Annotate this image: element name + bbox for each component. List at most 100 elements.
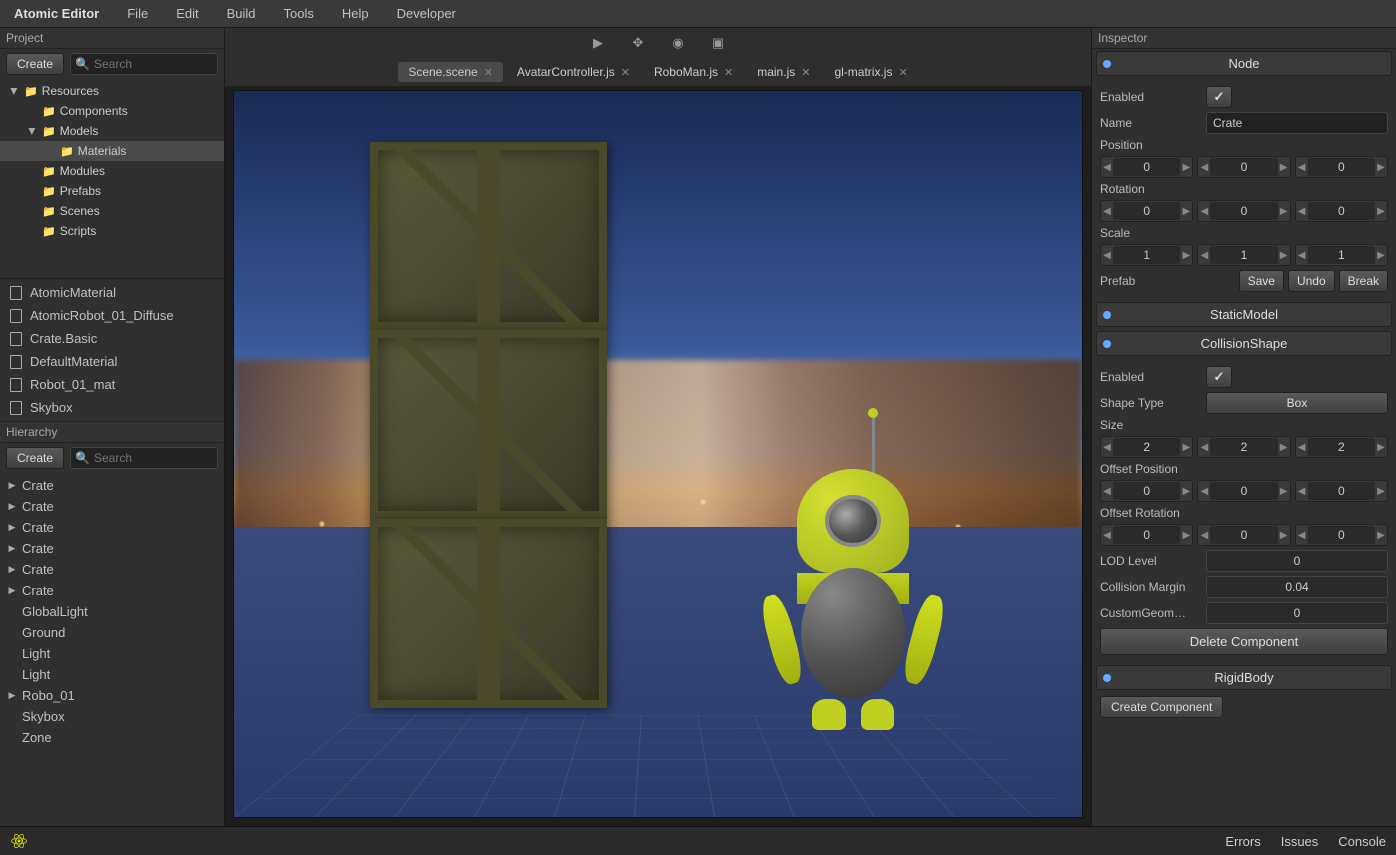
hierarchy-item[interactable]: ▶Crate <box>0 517 224 538</box>
position-vector[interactable]: ◀0▶◀0▶◀0▶ <box>1100 156 1388 178</box>
hierarchy-item[interactable]: Ground <box>0 622 224 643</box>
chevron-right-icon[interactable]: ▶ <box>1180 486 1192 497</box>
chevron-right-icon[interactable]: ▶ <box>1375 486 1387 497</box>
chevron-left-icon[interactable]: ◀ <box>1198 162 1210 173</box>
editor-tab[interactable]: RoboMan.js✕ <box>644 62 743 82</box>
close-icon[interactable]: ✕ <box>484 66 493 79</box>
chevron-left-icon[interactable]: ◀ <box>1101 530 1113 541</box>
hierarchy-item[interactable]: ▶Crate <box>0 538 224 559</box>
chevron-right-icon[interactable]: ▶ <box>1375 442 1387 453</box>
chevron-right-icon[interactable]: ▶ <box>1278 486 1290 497</box>
chevron-left-icon[interactable]: ◀ <box>1101 162 1113 173</box>
hierarchy-search[interactable]: 🔍 <box>70 447 218 469</box>
create-component-button[interactable]: Create Component <box>1100 696 1223 718</box>
chevron-right-icon[interactable]: ▶ <box>1180 442 1192 453</box>
offset-position-vector[interactable]: ◀0▶◀0▶◀0▶ <box>1100 480 1388 502</box>
node-name-input[interactable]: Crate <box>1206 112 1388 134</box>
project-search[interactable]: 🔍 <box>70 53 218 75</box>
tree-item[interactable]: ▶📁Models <box>0 121 224 141</box>
chevron-right-icon[interactable]: ▶ <box>1180 206 1192 217</box>
shape-type-dropdown[interactable]: Box <box>1206 392 1388 414</box>
rotate-icon[interactable]: ◉ <box>670 35 686 51</box>
close-icon[interactable]: ✕ <box>621 66 630 79</box>
custom-geom-input[interactable]: 0 <box>1206 602 1388 624</box>
menu-file[interactable]: File <box>113 0 162 28</box>
chevron-left-icon[interactable]: ◀ <box>1296 530 1308 541</box>
close-icon[interactable]: ✕ <box>898 66 907 79</box>
tree-item[interactable]: ▶📁Resources <box>0 81 224 101</box>
viewport-3d[interactable] <box>233 90 1083 818</box>
hierarchy-item[interactable]: ▶Crate <box>0 475 224 496</box>
chevron-icon[interactable]: ▶ <box>6 543 18 554</box>
chevron-right-icon[interactable]: ▶ <box>1375 206 1387 217</box>
staticmodel-section-header[interactable]: StaticModel <box>1096 302 1392 327</box>
delete-component-button[interactable]: Delete Component <box>1100 628 1388 655</box>
rotation-vector[interactable]: ◀0▶◀0▶◀0▶ <box>1100 200 1388 222</box>
chevron-icon[interactable]: ▶ <box>6 585 18 596</box>
hierarchy-item[interactable]: Light <box>0 664 224 685</box>
file-item[interactable]: Skybox <box>0 396 224 419</box>
size-vector[interactable]: ◀2▶◀2▶◀2▶ <box>1100 436 1388 458</box>
project-file-list[interactable]: AtomicMaterialAtomicRobot_01_DiffuseCrat… <box>0 279 224 422</box>
chevron-right-icon[interactable]: ▶ <box>1180 162 1192 173</box>
offset-rotation-vector[interactable]: ◀0▶◀0▶◀0▶ <box>1100 524 1388 546</box>
scale-icon[interactable]: ▣ <box>710 35 726 51</box>
chevron-icon[interactable]: ▶ <box>6 480 18 491</box>
project-create-button[interactable]: Create <box>6 53 64 75</box>
chevron-icon[interactable]: ▶ <box>27 125 38 137</box>
chevron-left-icon[interactable]: ◀ <box>1296 206 1308 217</box>
editor-tab[interactable]: main.js✕ <box>747 62 820 82</box>
rigidbody-section-header[interactable]: RigidBody <box>1096 665 1392 690</box>
chevron-icon[interactable]: ▶ <box>9 85 20 97</box>
menu-help[interactable]: Help <box>328 0 383 28</box>
menu-developer[interactable]: Developer <box>383 0 470 28</box>
prefab-break-button[interactable]: Break <box>1339 270 1388 292</box>
chevron-left-icon[interactable]: ◀ <box>1101 486 1113 497</box>
hierarchy-create-button[interactable]: Create <box>6 447 64 469</box>
chevron-right-icon[interactable]: ▶ <box>1278 162 1290 173</box>
project-tree[interactable]: ▶📁Resources📁Components▶📁Models📁Materials… <box>0 79 224 279</box>
translate-icon[interactable]: ✥ <box>630 35 646 51</box>
tree-item[interactable]: 📁Scripts <box>0 221 224 241</box>
chevron-left-icon[interactable]: ◀ <box>1296 486 1308 497</box>
hierarchy-item[interactable]: GlobalLight <box>0 601 224 622</box>
chevron-left-icon[interactable]: ◀ <box>1296 250 1308 261</box>
menu-tools[interactable]: Tools <box>270 0 328 28</box>
chevron-left-icon[interactable]: ◀ <box>1296 162 1308 173</box>
hierarchy-item[interactable]: ▶Robo_01 <box>0 685 224 706</box>
hierarchy-search-input[interactable] <box>94 451 213 465</box>
status-issues[interactable]: Issues <box>1281 834 1319 849</box>
chevron-right-icon[interactable]: ▶ <box>1278 530 1290 541</box>
file-item[interactable]: Crate.Basic <box>0 327 224 350</box>
chevron-left-icon[interactable]: ◀ <box>1101 250 1113 261</box>
menu-edit[interactable]: Edit <box>162 0 212 28</box>
collisionshape-section-header[interactable]: CollisionShape <box>1096 331 1392 356</box>
chevron-icon[interactable]: ▶ <box>6 501 18 512</box>
chevron-left-icon[interactable]: ◀ <box>1198 206 1210 217</box>
prefab-undo-button[interactable]: Undo <box>1288 270 1335 292</box>
status-errors[interactable]: Errors <box>1225 834 1260 849</box>
tree-item[interactable]: 📁Materials <box>0 141 224 161</box>
tree-item[interactable]: 📁Scenes <box>0 201 224 221</box>
hierarchy-item[interactable]: ▶Crate <box>0 496 224 517</box>
chevron-left-icon[interactable]: ◀ <box>1101 442 1113 453</box>
chevron-left-icon[interactable]: ◀ <box>1101 206 1113 217</box>
lod-level-input[interactable]: 0 <box>1206 550 1388 572</box>
file-item[interactable]: DefaultMaterial <box>0 350 224 373</box>
chevron-icon[interactable]: ▶ <box>6 690 18 701</box>
viewport-crate[interactable] <box>370 142 607 708</box>
chevron-icon[interactable]: ▶ <box>6 522 18 533</box>
chevron-left-icon[interactable]: ◀ <box>1198 486 1210 497</box>
tree-item[interactable]: 📁Components <box>0 101 224 121</box>
editor-tab[interactable]: gl-matrix.js✕ <box>824 62 917 82</box>
chevron-icon[interactable]: ▶ <box>6 564 18 575</box>
editor-tab[interactable]: Scene.scene✕ <box>398 62 503 82</box>
chevron-right-icon[interactable]: ▶ <box>1375 530 1387 541</box>
chevron-right-icon[interactable]: ▶ <box>1278 206 1290 217</box>
node-section-header[interactable]: Node <box>1096 51 1392 76</box>
editor-tab[interactable]: AvatarController.js✕ <box>507 62 640 82</box>
close-icon[interactable]: ✕ <box>801 66 810 79</box>
hierarchy-item[interactable]: ▶Crate <box>0 559 224 580</box>
close-icon[interactable]: ✕ <box>724 66 733 79</box>
chevron-right-icon[interactable]: ▶ <box>1375 162 1387 173</box>
